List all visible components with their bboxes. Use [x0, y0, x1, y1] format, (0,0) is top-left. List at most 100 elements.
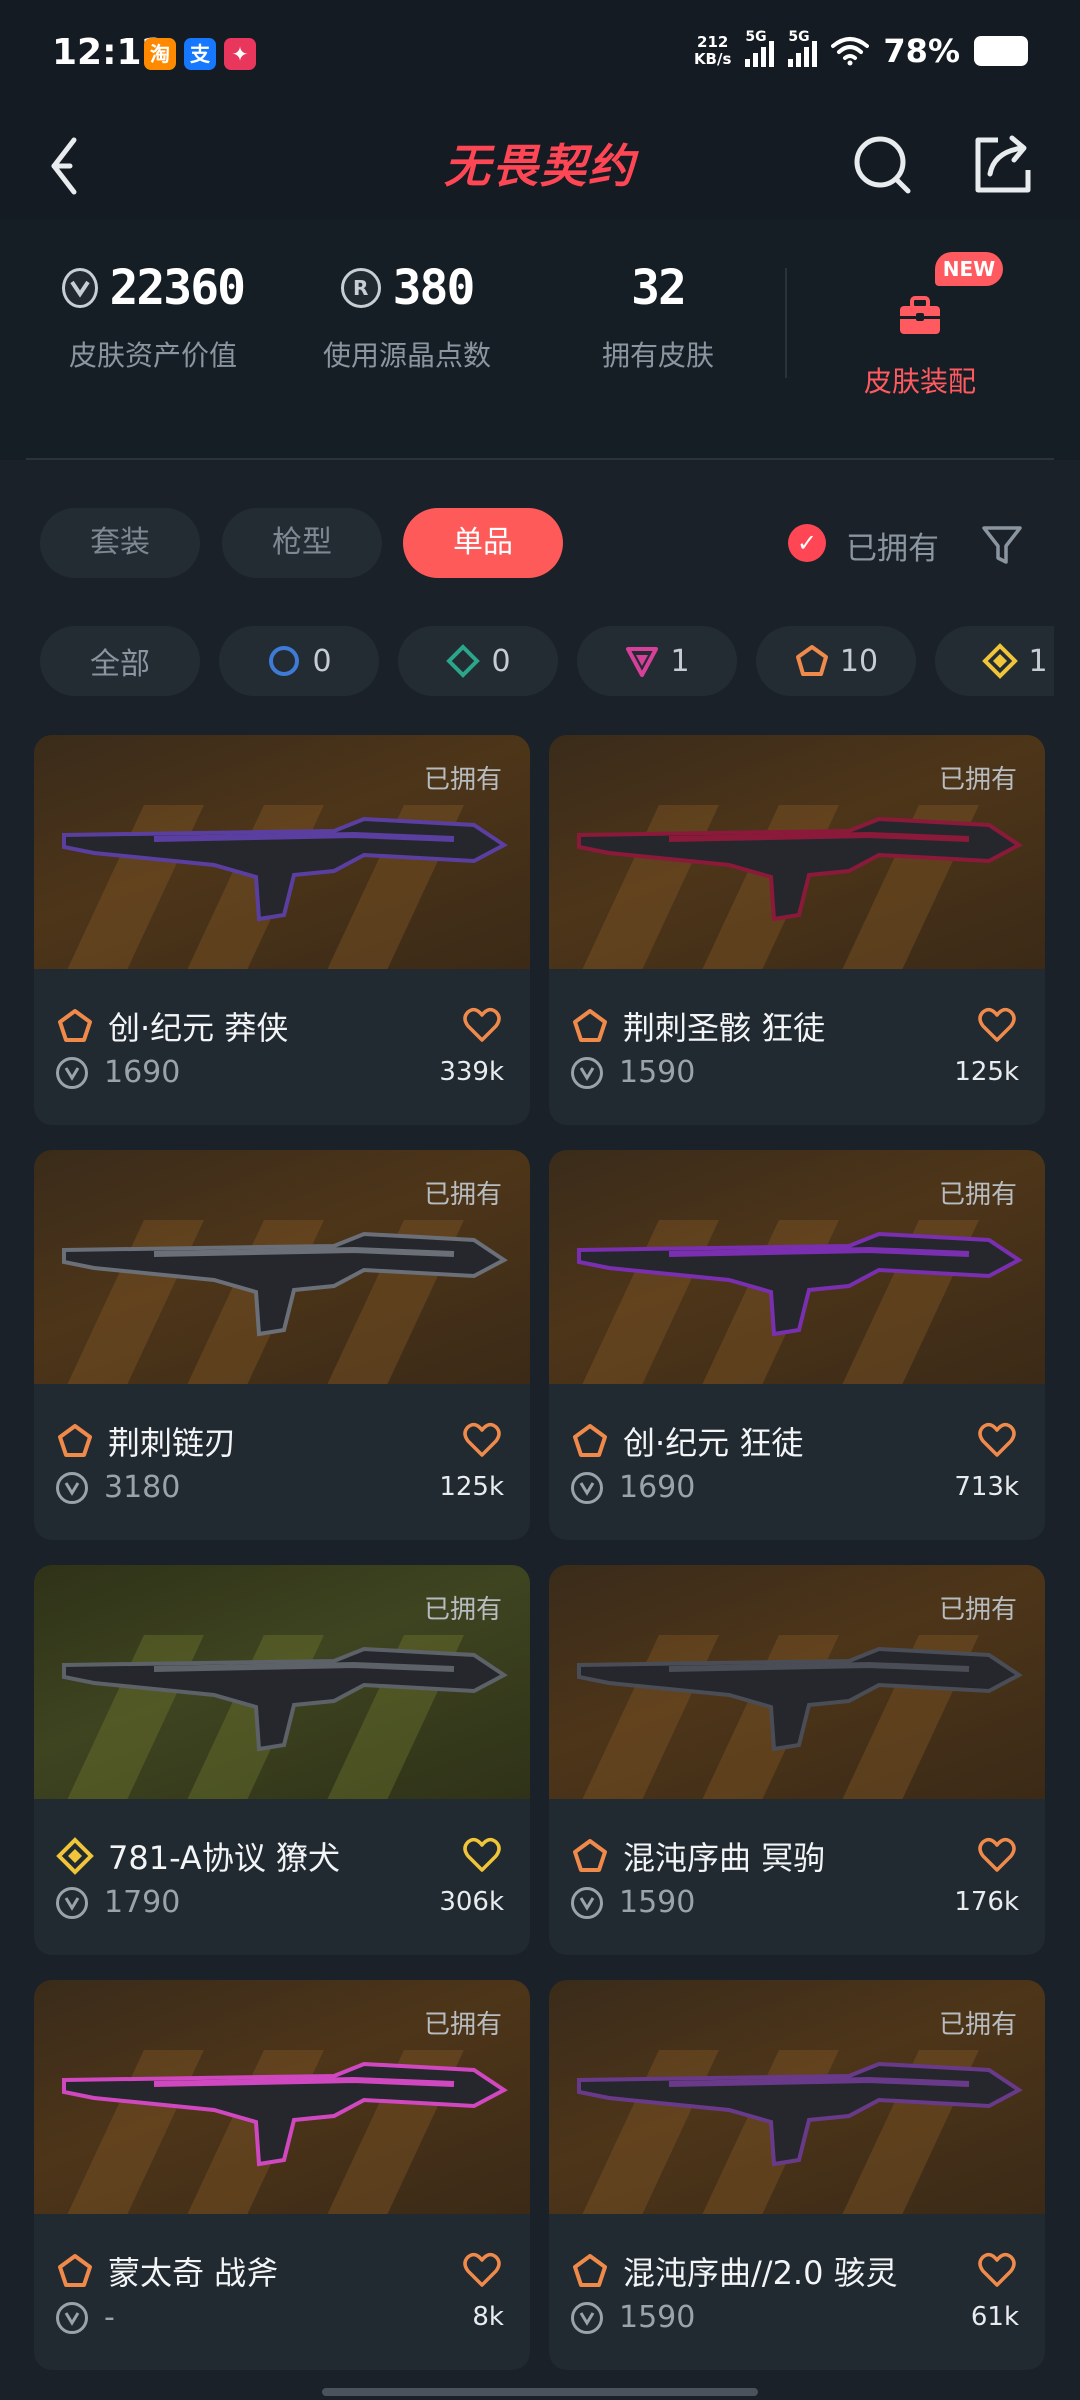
like-count: 125k [954, 1057, 1019, 1087]
vp-coin-icon [571, 1886, 603, 1919]
skin-name: 荆刺圣骸 狂徒 [623, 1009, 826, 1047]
chip-ultra-tier[interactable]: 10 [756, 626, 916, 696]
app-header: 无畏契约 [0, 110, 1080, 220]
status-app-icons: 淘 支 ✦ [144, 38, 256, 70]
like-count: 8k [472, 2302, 504, 2332]
ultra-tier-icon [58, 1424, 92, 1457]
exclusive-tier-icon [982, 643, 1019, 679]
like-count: 125k [439, 1472, 504, 1502]
owned-tag: 已拥有 [938, 1595, 1017, 1625]
owned-filter-label[interactable]: 已拥有 [846, 523, 939, 568]
skin-name: 创·纪元 莽侠 [108, 1009, 289, 1047]
favorite-heart-icon[interactable] [462, 1835, 502, 1875]
stats-panel: 22360 皮肤资产价值 R 380 使用源晶点数 32 拥有皮肤 皮肤装配 [0, 220, 1080, 460]
back-button[interactable] [40, 126, 104, 206]
skin-image: 已拥有 [549, 1980, 1045, 2214]
radianite-coin-icon: R [340, 268, 381, 308]
skin-name: 蒙太奇 战斧 [108, 2254, 279, 2292]
skin-image: 已拥有 [34, 735, 530, 969]
price-row: 1590 [571, 1885, 695, 1920]
skin-card[interactable]: 已拥有 荆刺链刃 3180 125k [34, 1150, 530, 1540]
home-indicator[interactable] [322, 2388, 758, 2396]
skin-card[interactable]: 已拥有荆刺圣骸 狂徒 1590 125k [549, 735, 1045, 1125]
skin-price: 1590 [619, 1885, 696, 1920]
skin-card[interactable]: 已拥有 781-A协议 獠犬 1790 306k [34, 1565, 530, 1955]
favorite-heart-icon[interactable] [977, 1005, 1017, 1045]
new-badge: NEW [935, 252, 1003, 286]
ultra-tier-icon [58, 1009, 92, 1042]
favorite-heart-icon[interactable] [462, 2250, 502, 2290]
tab-suits[interactable]: 套装 [40, 508, 200, 578]
price-row: 1790 [56, 1885, 180, 1920]
premium-tier-icon [626, 647, 659, 677]
skin-price: 1590 [619, 2300, 696, 2335]
status-bar: 12:12 淘 支 ✦ 212 KB/s 5G 5G 78% [0, 0, 1080, 110]
skin-name-row: 混沌序曲//2.0 骇灵 [571, 2248, 898, 2294]
skin-name: 荆刺链刃 [108, 1424, 237, 1462]
ultra-tier-icon [58, 2254, 92, 2287]
skin-name: 781-A协议 獠犬 [108, 1839, 340, 1877]
deluxe-tier-icon [446, 644, 481, 678]
skin-name-row: 蒙太奇 战斧 [56, 2248, 278, 2294]
tab-single-items[interactable]: 单品 [403, 508, 563, 578]
skin-image: 已拥有 [549, 1565, 1045, 1799]
skin-card[interactable]: 已拥有蒙太奇 战斧 - 8k [34, 1980, 530, 2370]
filter-button[interactable] [978, 520, 1026, 568]
owned-checkbox[interactable]: ✓ [788, 524, 826, 562]
owned-tag: 已拥有 [423, 2010, 502, 2040]
price-row: 1690 [56, 1055, 180, 1090]
price-row: 1690 [571, 1470, 695, 1505]
ultra-tier-icon [573, 2254, 607, 2287]
skin-name-row: 创·纪元 莽侠 [56, 1003, 288, 1049]
exclusive-tier-icon [56, 1837, 94, 1875]
share-button[interactable] [966, 128, 1038, 200]
like-count: 339k [439, 1057, 504, 1087]
vp-coin-icon [571, 1471, 603, 1504]
favorite-heart-icon[interactable] [462, 1005, 502, 1045]
skin-price: - [104, 2300, 115, 2335]
asset-value-stat: 22360 皮肤资产价值 [62, 260, 246, 374]
skin-image: 已拥有 [549, 735, 1045, 969]
chip-deluxe-tier[interactable]: 0 [398, 626, 558, 696]
ultra-tier-icon [573, 1424, 607, 1457]
ultra-tier-icon [573, 1839, 607, 1872]
signal-icon: 5G [745, 29, 775, 67]
skin-card[interactable]: 已拥有创·纪元 莽侠 1690 339k [34, 735, 530, 1125]
favorite-heart-icon[interactable] [977, 1835, 1017, 1875]
favorite-heart-icon[interactable] [462, 1420, 502, 1460]
taobao-app-icon: 淘 [144, 38, 176, 70]
ultra-tier-icon [795, 645, 828, 676]
alipay-app-icon: 支 [184, 38, 216, 70]
price-row: 1590 [571, 1055, 695, 1090]
price-row: 1590 [571, 2300, 695, 2335]
chip-select-tier[interactable]: 0 [219, 626, 379, 696]
status-indicators: 212 KB/s 5G 5G 78% [693, 29, 1028, 70]
signal-icon: 5G [788, 29, 818, 67]
skin-name-row: 混沌序曲 冥驹 [571, 1833, 825, 1879]
chip-all[interactable]: 全部 [40, 626, 200, 696]
skin-card[interactable]: 已拥有混沌序曲//2.0 骇灵 1590 61k [549, 1980, 1045, 2370]
skin-image: 已拥有 [34, 1980, 530, 2214]
owned-tag: 已拥有 [938, 765, 1017, 795]
search-button[interactable] [848, 128, 920, 200]
skin-card[interactable]: 已拥有 创·纪元 狂徒 1690 713k [549, 1150, 1045, 1540]
skin-name: 混沌序曲 冥驹 [623, 1839, 826, 1877]
skin-price: 1690 [104, 1055, 181, 1090]
like-count: 61k [970, 2302, 1019, 2332]
skin-card[interactable]: 已拥有混沌序曲 冥驹 1590 176k [549, 1565, 1045, 1955]
skin-name-row: 781-A协议 獠犬 [56, 1833, 340, 1879]
like-count: 713k [954, 1472, 1019, 1502]
favorite-heart-icon[interactable] [977, 1420, 1017, 1460]
battery-percent: 78% [883, 32, 960, 70]
skin-name: 创·纪元 狂徒 [623, 1424, 804, 1462]
skin-name-row: 荆刺链刃 [56, 1418, 236, 1464]
skin-price: 1690 [619, 1470, 696, 1505]
favorite-heart-icon[interactable] [977, 2250, 1017, 2290]
chip-exclusive-tier[interactable]: 1 [935, 626, 1054, 696]
net-speed: 212 KB/s [693, 33, 732, 68]
skin-price: 3180 [104, 1470, 181, 1505]
chip-premium-tier[interactable]: 1 [577, 626, 737, 696]
tab-weapon-type[interactable]: 枪型 [222, 508, 382, 578]
like-count: 176k [954, 1887, 1019, 1917]
owned-tag: 已拥有 [938, 2010, 1017, 2040]
